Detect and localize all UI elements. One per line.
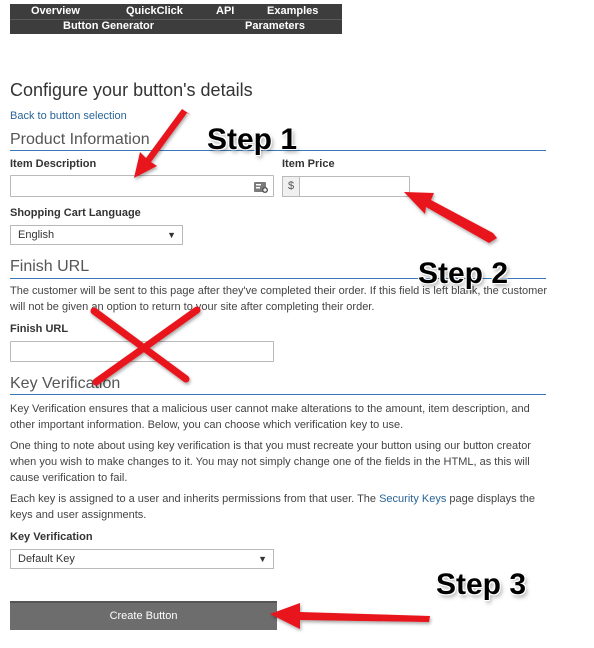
item-price-input[interactable]	[299, 176, 410, 197]
key-selected-value: Default Key	[18, 553, 75, 565]
back-link[interactable]: Back to button selection	[10, 110, 127, 122]
section-title-key-verification: Key Verification	[10, 375, 121, 392]
top-nav-row-2: Button Generator Parameters	[10, 19, 342, 34]
shopping-cart-language-select[interactable]: English ▼	[10, 225, 183, 245]
item-price-label: Item Price	[282, 158, 335, 170]
finish-url-label: Finish URL	[10, 323, 69, 335]
finish-url-input[interactable]	[10, 341, 274, 362]
step3-label: Step 3	[436, 568, 527, 601]
nav-button-generator[interactable]: Button Generator	[63, 20, 154, 33]
nav-overview[interactable]: Overview	[31, 5, 80, 18]
nav-examples[interactable]: Examples	[267, 5, 318, 18]
chevron-down-icon: ▼	[258, 554, 267, 564]
page-title: Configure your button's details	[10, 80, 253, 100]
language-selected-value: English	[18, 229, 55, 241]
section-title-product-information: Product Information	[10, 131, 150, 148]
security-keys-link[interactable]: Security Keys	[379, 493, 446, 505]
nav-parameters[interactable]: Parameters	[245, 20, 305, 33]
nav-quickclick[interactable]: QuickClick	[126, 5, 183, 18]
section-title-finish-url: Finish URL	[10, 258, 90, 275]
key-verification-label: Key Verification	[10, 531, 93, 543]
create-button[interactable]: Create Button	[10, 601, 277, 630]
contact-card-icon[interactable]	[254, 180, 268, 193]
key-verification-paragraph-3: Each key is assigned to a user and inher…	[10, 491, 548, 523]
chevron-down-icon: ▼	[167, 230, 176, 240]
step3-arrow-icon	[270, 603, 430, 629]
step2-arrow-icon	[404, 192, 497, 243]
step2-label: Step 2	[418, 257, 509, 290]
step1-label: Step 1	[207, 123, 298, 156]
top-nav-row-1: Overview QuickClick API Examples	[10, 5, 342, 19]
item-description-input[interactable]	[10, 175, 274, 197]
key-verification-paragraph-1: Key Verification ensures that a maliciou…	[10, 403, 530, 431]
section-divider	[10, 394, 546, 395]
key-verification-select[interactable]: Default Key ▼	[10, 549, 274, 569]
key-verification-paragraph-2: One thing to note about using key verifi…	[10, 440, 531, 484]
nav-api[interactable]: API	[216, 5, 234, 18]
shopping-cart-language-label: Shopping Cart Language	[10, 207, 141, 219]
paragraph-text: Each key is assigned to a user and inher…	[10, 493, 380, 505]
top-nav: Overview QuickClick API Examples Button …	[10, 4, 342, 34]
item-description-label: Item Description	[10, 158, 97, 170]
currency-addon: $	[282, 176, 300, 197]
